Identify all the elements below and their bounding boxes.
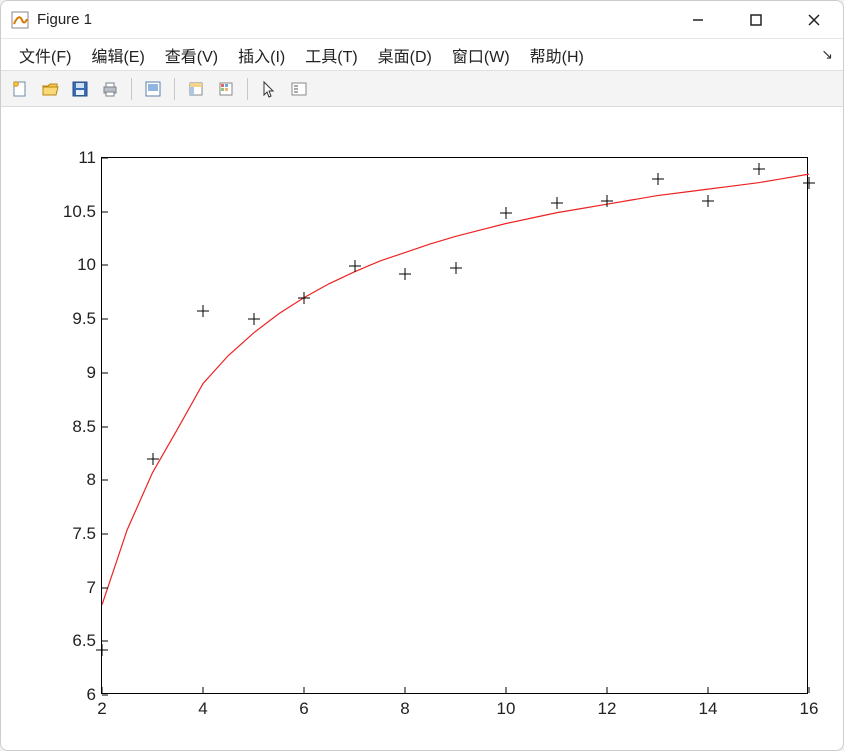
xtick-label: 14	[699, 699, 718, 719]
xtick-label: 4	[198, 699, 207, 719]
fit-line	[102, 174, 809, 605]
ytick-label: 6.5	[72, 631, 96, 651]
menu-undock-icon[interactable]: ↘	[821, 46, 833, 63]
open-icon[interactable]	[37, 76, 63, 102]
ytick-label: 9	[87, 363, 96, 383]
menubar: 文件(F) 编辑(E) 查看(V) 插入(I) 工具(T) 桌面(D) 窗口(W…	[1, 39, 843, 71]
menu-help[interactable]: 帮助(H)	[520, 39, 594, 71]
ytick-label: 7	[87, 578, 96, 598]
menu-edit[interactable]: 编辑(E)	[81, 39, 154, 71]
ytick-label: 9.5	[72, 309, 96, 329]
ytick-label: 8.5	[72, 417, 96, 437]
maximize-button[interactable]	[727, 1, 785, 39]
xtick-label: 6	[299, 699, 308, 719]
xtick-label: 2	[97, 699, 106, 719]
ytick-label: 8	[87, 470, 96, 490]
menu-desktop[interactable]: 桌面(D)	[368, 39, 442, 71]
xtick-label: 10	[497, 699, 516, 719]
toolbar	[1, 71, 843, 107]
ytick-label: 11	[78, 148, 96, 168]
close-button[interactable]	[785, 1, 843, 39]
plot-area[interactable]: 2 4 6 8 10 12 14 16 6 6.5 7 7.5 8 8.5 9 9.5 10 10.5 11	[1, 107, 843, 750]
print-icon[interactable]	[97, 76, 123, 102]
menu-view[interactable]: 查看(V)	[155, 39, 228, 71]
pointer-icon[interactable]	[256, 76, 282, 102]
minimize-button[interactable]	[669, 1, 727, 39]
plot-canvas	[102, 158, 809, 695]
insert-legend-icon[interactable]	[286, 76, 312, 102]
ytick-label: 10	[77, 255, 96, 275]
data-cursor-icon[interactable]	[183, 76, 209, 102]
menu-file[interactable]: 文件(F)	[9, 39, 81, 71]
toolbar-separator	[174, 78, 175, 100]
titlebar: Figure 1	[1, 1, 843, 39]
xtick-label: 16	[800, 699, 819, 719]
figure-window: Figure 1 文件(F) 编辑(E) 查看(V) 插入(I) 工具(T) 桌…	[0, 0, 844, 751]
toolbar-separator	[247, 78, 248, 100]
axes[interactable]: 24681012141666.577.588.599.51010.511	[101, 157, 808, 694]
ytick-label: 10.5	[63, 202, 96, 222]
ytick-label: 7.5	[72, 524, 96, 544]
toolbar-separator	[131, 78, 132, 100]
colorbar-icon[interactable]	[213, 76, 239, 102]
menu-window[interactable]: 窗口(W)	[442, 39, 520, 71]
ytick-label: 6	[87, 685, 96, 705]
save-icon[interactable]	[67, 76, 93, 102]
xtick-label: 8	[400, 699, 409, 719]
xtick-label: 12	[598, 699, 617, 719]
matlab-figure-icon	[11, 11, 29, 29]
print-preview-icon[interactable]	[140, 76, 166, 102]
menu-insert[interactable]: 插入(I)	[228, 39, 295, 71]
window-title: Figure 1	[37, 11, 92, 28]
new-figure-icon[interactable]	[7, 76, 33, 102]
menu-tools[interactable]: 工具(T)	[295, 39, 367, 71]
